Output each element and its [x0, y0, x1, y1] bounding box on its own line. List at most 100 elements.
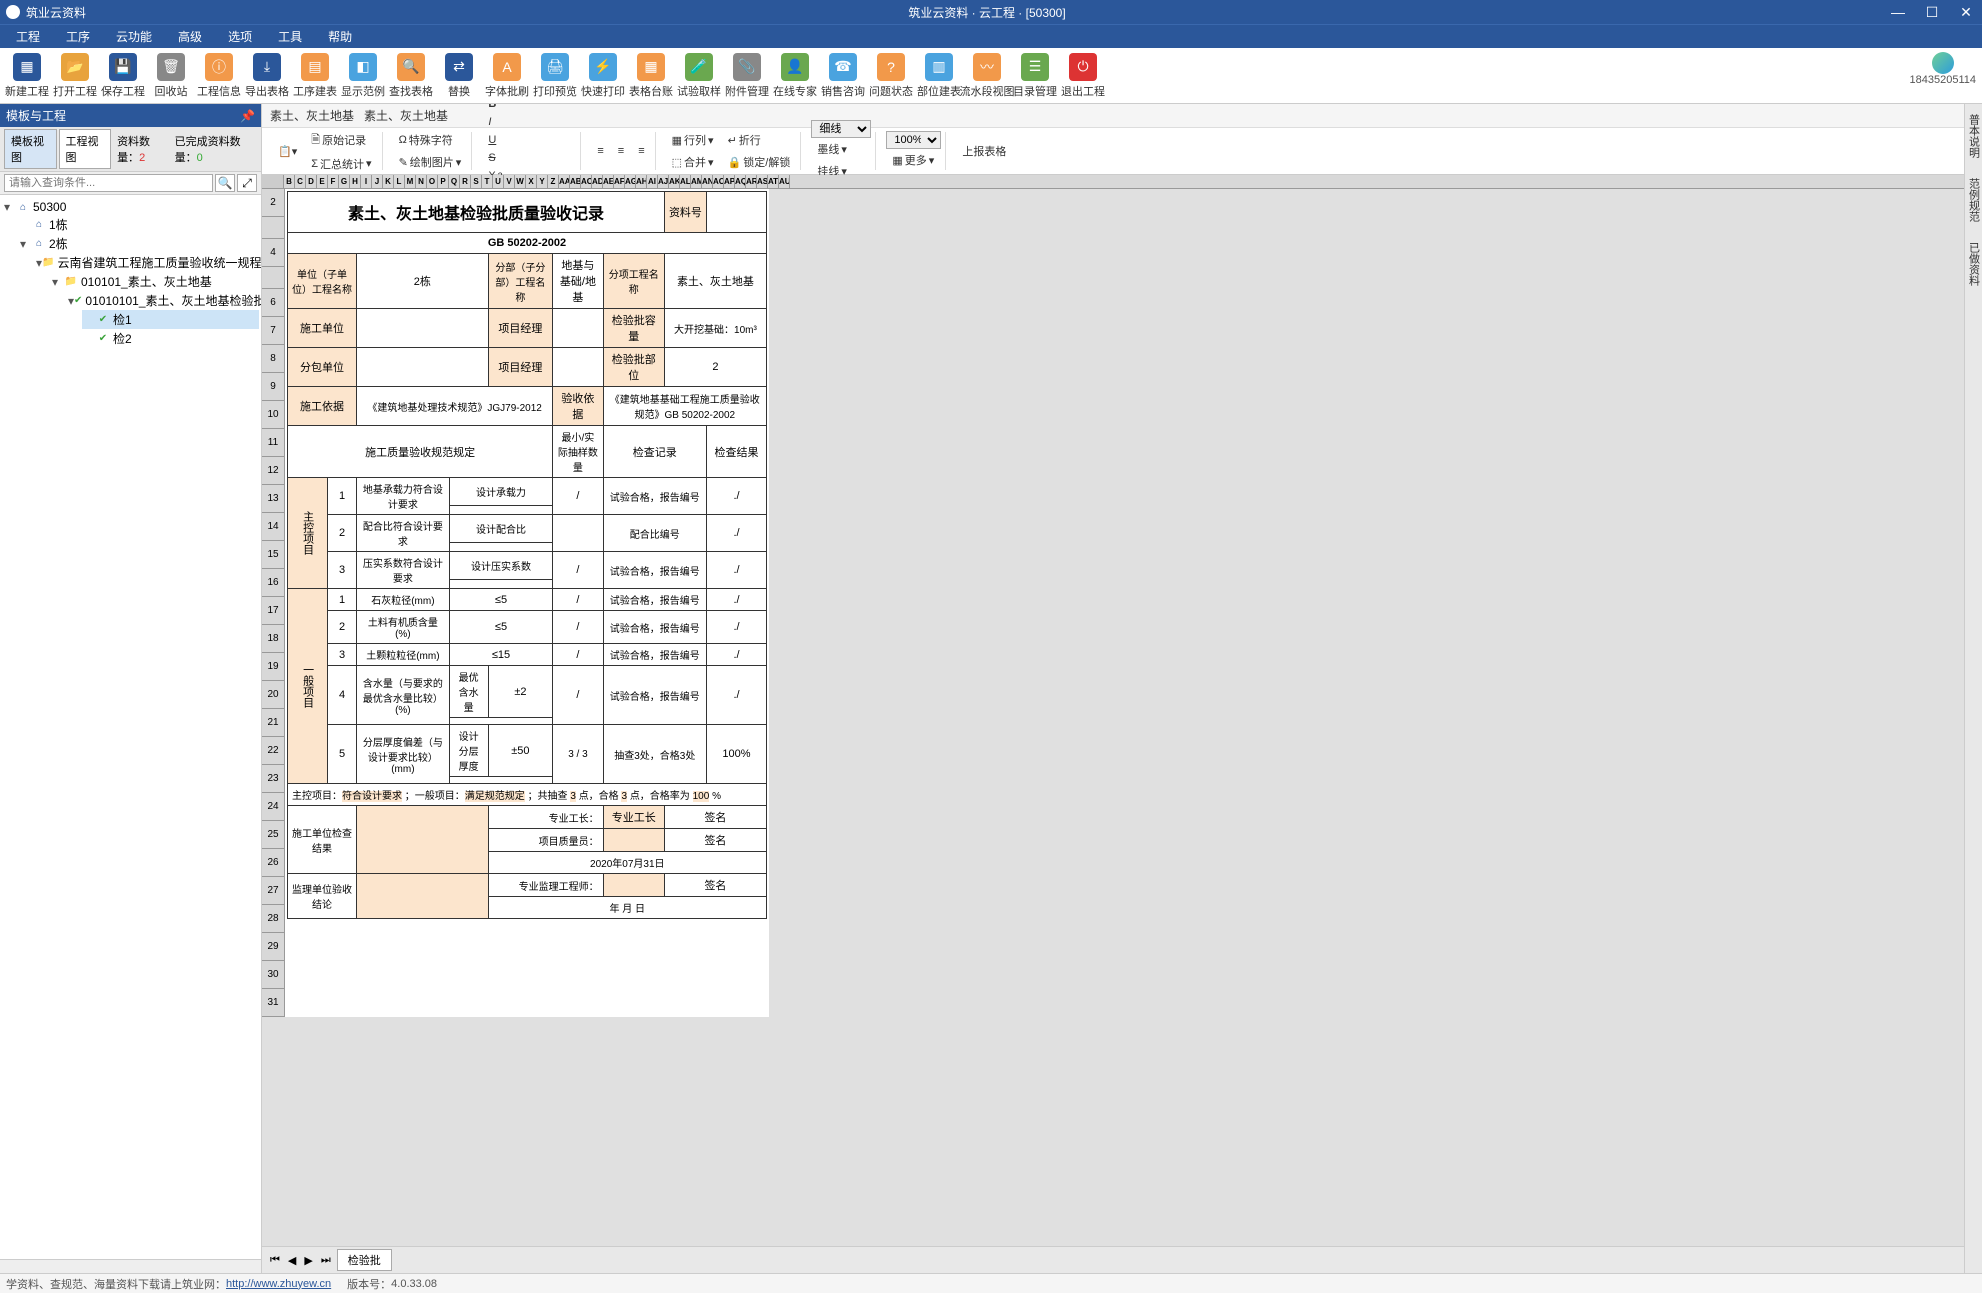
row-header-27[interactable]: 27 — [262, 877, 284, 905]
menu-3[interactable]: 高级 — [166, 25, 214, 48]
right-tab-1[interactable]: 范例规范 — [1966, 174, 1982, 226]
row-header-14[interactable]: 14 — [262, 513, 284, 541]
toolbar-附件管理[interactable]: 📎附件管理 — [724, 51, 770, 101]
ink-line-button[interactable]: 墨线▾ — [811, 138, 871, 160]
merge-button[interactable]: ⬚合并▾ — [666, 151, 720, 173]
expand-button[interactable]: ⤢ — [237, 174, 257, 192]
row-header-20[interactable]: 20 — [262, 681, 284, 709]
toolbar-打印预览[interactable]: 🖨打印预览 — [532, 51, 578, 101]
toolbar-导出表格[interactable]: ⤓导出表格 — [244, 51, 290, 101]
form-table[interactable]: 素土、灰土地基检验批质量验收记录 资料号 GB 50202-2002 单位（子单… — [287, 191, 767, 919]
close-button[interactable]: ✕ — [1956, 4, 1976, 21]
row-header-8[interactable]: 8 — [262, 345, 284, 373]
col-header-AR[interactable]: AR — [746, 175, 757, 188]
toolbar-打开工程[interactable]: 📂打开工程 — [52, 51, 98, 101]
toolbar-工程信息[interactable]: ⓘ工程信息 — [196, 51, 242, 101]
col-header-G[interactable]: G — [339, 175, 350, 188]
col-header-V[interactable]: V — [504, 175, 515, 188]
underline-button[interactable]: U — [482, 131, 576, 149]
col-header-AH[interactable]: AH — [636, 175, 647, 188]
row-header-10[interactable]: 10 — [262, 401, 284, 429]
row-header-12[interactable]: 12 — [262, 457, 284, 485]
row-col-button[interactable]: ▦行列▾ — [666, 129, 720, 151]
tree-check-1[interactable]: ✔检1 — [82, 310, 259, 329]
toolbar-回收站[interactable]: 🗑回收站 — [148, 51, 194, 101]
tab-template-view[interactable]: 模板视图 — [4, 129, 57, 169]
row-header-6[interactable]: 6 — [262, 289, 284, 317]
row-header-16[interactable]: 16 — [262, 569, 284, 597]
maximize-button[interactable]: ☐ — [1922, 4, 1942, 21]
col-header-AF[interactable]: AF — [614, 175, 625, 188]
col-header-N[interactable]: N — [416, 175, 427, 188]
orig-record-button[interactable]: 🗎原始记录 — [305, 128, 377, 153]
row-header-22[interactable]: 22 — [262, 737, 284, 765]
sheet-nav-next[interactable]: ▶ — [300, 1254, 316, 1267]
row-header-17[interactable]: 17 — [262, 597, 284, 625]
align-center-button[interactable]: ≡ — [612, 142, 630, 160]
menu-2[interactable]: 云功能 — [104, 25, 164, 48]
row-header-15[interactable]: 15 — [262, 541, 284, 569]
row-header-25[interactable]: 25 — [262, 821, 284, 849]
tree-category[interactable]: ▾📁010101_素土、灰土地基 — [50, 272, 259, 291]
toolbar-字体批刷[interactable]: A字体批刷 — [484, 51, 530, 101]
pin-icon[interactable]: 📌 — [240, 109, 255, 123]
tree-root[interactable]: ▾⌂50300 — [2, 199, 259, 215]
col-header-AM[interactable]: AM — [691, 175, 702, 188]
col-header-AI[interactable]: AI — [647, 175, 658, 188]
row-header-21[interactable]: 21 — [262, 709, 284, 737]
row-header-26[interactable]: 26 — [262, 849, 284, 877]
row-header-30[interactable]: 30 — [262, 961, 284, 989]
col-header-D[interactable]: D — [306, 175, 317, 188]
upload-table-button[interactable]: 上报表格 — [956, 140, 1012, 162]
col-header-AP[interactable]: AP — [724, 175, 735, 188]
col-header-H[interactable]: H — [350, 175, 361, 188]
col-header-Q[interactable]: Q — [449, 175, 460, 188]
col-header-AJ[interactable]: AJ — [658, 175, 669, 188]
row-header-29[interactable]: 29 — [262, 933, 284, 961]
col-header-AO[interactable]: AO — [713, 175, 724, 188]
col-header-C[interactable]: C — [295, 175, 306, 188]
row-header-28[interactable]: 28 — [262, 905, 284, 933]
menu-6[interactable]: 帮助 — [316, 25, 364, 48]
col-header-O[interactable]: O — [427, 175, 438, 188]
row-header-9[interactable]: 9 — [262, 373, 284, 401]
tree-building-1[interactable]: ⌂1栋 — [18, 215, 259, 234]
sheet-nav-first[interactable]: ⏮ — [266, 1254, 284, 1267]
col-header-B[interactable]: B — [284, 175, 295, 188]
toolbar-表格台账[interactable]: ▦表格台账 — [628, 51, 674, 101]
row-header-[interactable] — [262, 267, 284, 289]
col-header-X[interactable]: X — [526, 175, 537, 188]
menu-4[interactable]: 选项 — [216, 25, 264, 48]
toolbar-目录管理[interactable]: ☰目录管理 — [1012, 51, 1058, 101]
row-header-23[interactable]: 23 — [262, 765, 284, 793]
col-header-AG[interactable]: AG — [625, 175, 636, 188]
col-header-F[interactable]: F — [328, 175, 339, 188]
col-header-AN[interactable]: AN — [702, 175, 713, 188]
row-header-19[interactable]: 19 — [262, 653, 284, 681]
col-header-AQ[interactable]: AQ — [735, 175, 746, 188]
toolbar-在线专家[interactable]: 👤在线专家 — [772, 51, 818, 101]
row-header-2[interactable]: 2 — [262, 189, 284, 217]
col-header-E[interactable]: E — [317, 175, 328, 188]
sheet-tab-1[interactable]: 检验批 — [337, 1249, 392, 1271]
col-header-Y[interactable]: Y — [537, 175, 548, 188]
toolbar-试验取样[interactable]: 🧪试验取样 — [676, 51, 722, 101]
left-hscroll[interactable] — [0, 1259, 261, 1273]
col-header-P[interactable]: P — [438, 175, 449, 188]
row-header-18[interactable]: 18 — [262, 625, 284, 653]
col-header-AE[interactable]: AE — [603, 175, 614, 188]
right-tab-0[interactable]: 普本说明 — [1966, 110, 1982, 162]
line-style-select[interactable]: 细线 — [811, 120, 871, 138]
tree-building-2[interactable]: ▾⌂2栋 — [18, 234, 259, 253]
col-header-AU[interactable]: AU — [779, 175, 790, 188]
col-header-W[interactable]: W — [515, 175, 526, 188]
right-tab-2[interactable]: 已做资料 — [1966, 238, 1982, 290]
paste-button[interactable]: 📋▾ — [272, 142, 303, 161]
col-header-AB[interactable]: AB — [570, 175, 581, 188]
toolbar-新建工程[interactable]: ▦新建工程 — [4, 51, 50, 101]
more-button[interactable]: ▦更多▾ — [886, 149, 941, 171]
menu-0[interactable]: 工程 — [4, 25, 52, 48]
special-char-button[interactable]: Ω特殊字符 — [393, 129, 468, 151]
col-header-Z[interactable]: Z — [548, 175, 559, 188]
align-right-button[interactable]: ≡ — [632, 142, 650, 160]
